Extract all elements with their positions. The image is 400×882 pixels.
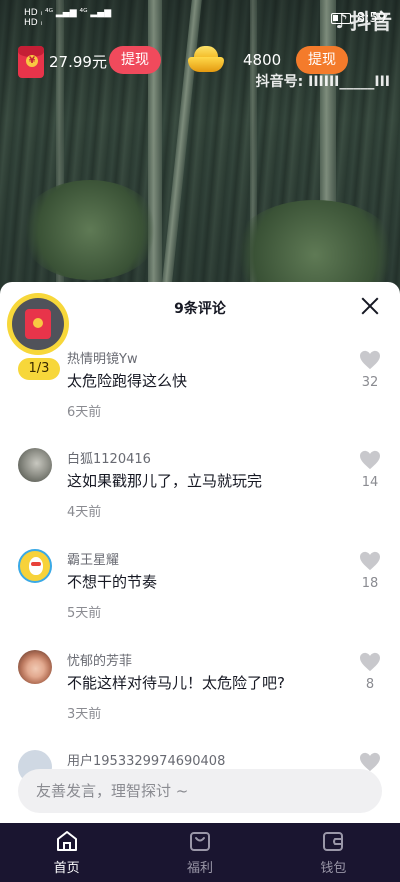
like-button[interactable]: 8: [358, 652, 382, 692]
comment-author[interactable]: 白狐1120416: [67, 448, 151, 467]
red-packet-icon[interactable]: [18, 46, 44, 78]
bottom-nav: 首页 福利 钱包: [0, 823, 400, 882]
comment-author[interactable]: 用户1953329974690408: [67, 750, 225, 769]
comment-item[interactable]: 霸王星耀 不想干的节奏 5天前 18: [0, 549, 400, 649]
withdraw-coins-button[interactable]: 提现: [296, 46, 348, 74]
comment-time: 3天前: [67, 707, 102, 722]
comment-text: 不能这样对待马儿！太危险了吧?: [67, 674, 285, 692]
nav-item-welfare[interactable]: 福利: [133, 823, 266, 882]
coin-balance: 4800: [243, 51, 282, 69]
comment-text: 太危险跑得这么快: [67, 372, 188, 390]
heart-icon: [360, 652, 380, 672]
nav-item-wallet[interactable]: 钱包: [267, 823, 400, 882]
comment-input[interactable]: [18, 769, 382, 813]
close-icon[interactable]: [360, 296, 380, 316]
withdraw-cash-button[interactable]: 提现: [109, 46, 161, 74]
nav-item-home[interactable]: 首页: [0, 823, 133, 882]
nav-label: 钱包: [320, 861, 347, 876]
comment-author[interactable]: 霸王星耀: [67, 549, 119, 568]
douyin-watermark: ♪ 抖音: [335, 9, 392, 34]
foliage: [20, 180, 160, 280]
like-count: 14: [361, 475, 379, 490]
comment-item[interactable]: 忧郁的芳菲 不能这样对待马儿！太危险了吧? 3天前 8: [0, 650, 400, 750]
comment-time: 5天前: [67, 606, 102, 621]
tiktok-note-icon: ♪: [335, 9, 348, 33]
cash-balance: 27.99元: [49, 53, 107, 71]
wallet-icon: [323, 832, 344, 851]
user-avatar[interactable]: [18, 448, 52, 482]
reward-bubble[interactable]: [7, 293, 69, 355]
user-avatar[interactable]: [18, 549, 52, 583]
comment-item[interactable]: 白狐1120416 这如果戳那儿了，立马就玩完 4天前 14: [0, 448, 400, 548]
like-button[interactable]: 18: [358, 551, 382, 591]
like-button[interactable]: 32: [358, 350, 382, 390]
gold-ingot-icon[interactable]: [188, 46, 224, 74]
network-indicator: HD ᵢ ⁴ᴳ ▂▄▆ ⁴ᴳ ▂▄▆ HD ᵢ: [24, 8, 112, 28]
comment-author[interactable]: 热情明镜Yw: [67, 348, 138, 367]
comment-time: 6天前: [67, 405, 102, 420]
comment-text: 不想干的节奏: [67, 573, 158, 591]
reward-progress-badge: 1/3: [18, 358, 60, 380]
gift-bag-icon: [189, 832, 210, 851]
comments-sheet: 9条评论 热情明镜Yw 太危险跑得这么快 6天前 32 白狐1120416 这如…: [0, 282, 400, 823]
like-count: 18: [361, 576, 379, 591]
like-count: 8: [365, 677, 375, 692]
home-icon: [56, 831, 77, 851]
comment-author[interactable]: 忧郁的芳菲: [67, 650, 132, 669]
douyin-id-watermark: 抖音号: IIIIII_____III: [255, 74, 390, 90]
comment-text: 这如果戳那儿了，立马就玩完: [67, 472, 263, 490]
like-count: 32: [361, 375, 379, 390]
like-button[interactable]: 14: [358, 450, 382, 490]
heart-icon: [360, 551, 380, 571]
red-packet-icon: [12, 298, 64, 350]
user-avatar[interactable]: [18, 650, 52, 684]
comment-item[interactable]: 热情明镜Yw 太危险跑得这么快 6天前 32: [0, 348, 400, 448]
nav-label: 福利: [186, 861, 213, 876]
nav-label: 首页: [53, 861, 80, 876]
comment-time: 4天前: [67, 505, 102, 520]
heart-icon: [360, 450, 380, 470]
heart-icon: [360, 350, 380, 370]
